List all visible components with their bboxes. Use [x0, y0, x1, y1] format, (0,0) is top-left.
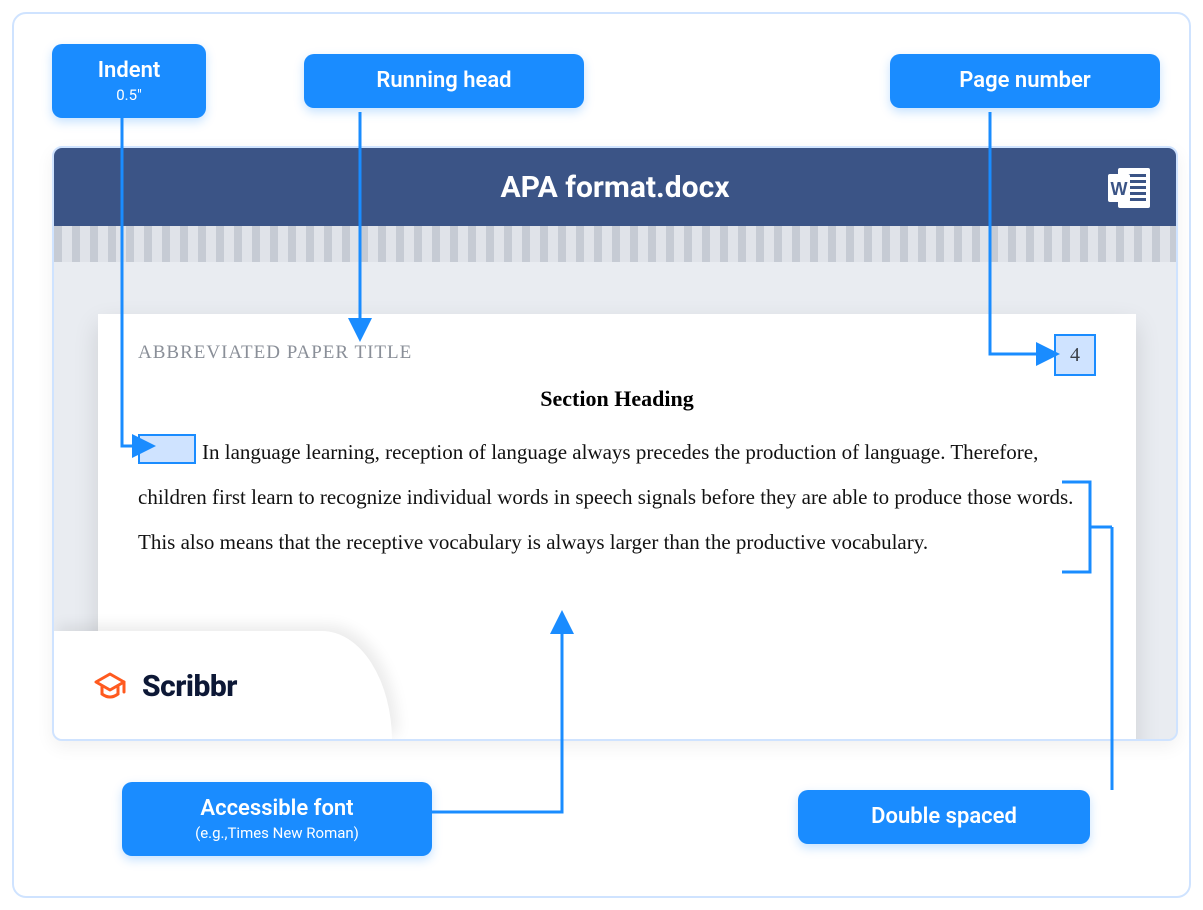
ruler	[54, 226, 1176, 262]
callout-accessible-font-sub: (e.g.,Times New Roman)	[150, 824, 404, 842]
callout-page-number: Page number	[890, 54, 1160, 108]
callout-double-spaced-label: Double spaced	[871, 804, 1017, 829]
section-heading: Section Heading	[138, 386, 1096, 412]
callout-indent-label: Indent	[98, 58, 161, 83]
paper-area: ABBREVIATED PAPER TITLE 4 Section Headin…	[54, 262, 1176, 739]
callout-indent: Indent 0.5"	[52, 44, 206, 118]
page-number-value: 4	[1070, 344, 1080, 367]
scribbr-logo-icon	[92, 668, 128, 704]
callout-accessible-font-label: Accessible font	[200, 796, 353, 821]
callout-running-head: Running head	[304, 54, 584, 108]
callout-page-number-label: Page number	[959, 68, 1090, 93]
body-content: In language learning, reception of langu…	[138, 440, 1073, 554]
callout-running-head-label: Running head	[376, 68, 511, 93]
svg-text:W: W	[1111, 179, 1128, 199]
callout-accessible-font: Accessible font (e.g.,Times New Roman)	[122, 782, 432, 856]
word-icon: W	[1106, 164, 1154, 212]
callout-double-spaced: Double spaced	[798, 790, 1090, 844]
page-number-box: 4	[1054, 334, 1096, 376]
scribbr-brand-tab: Scribbr	[52, 631, 392, 741]
body-text: In language learning, reception of langu…	[138, 430, 1096, 565]
running-head-text: ABBREVIATED PAPER TITLE	[138, 342, 1096, 364]
document-window: APA format.docx W ABBREVIATED PAPER TITL…	[52, 146, 1178, 741]
scribbr-logo-text: Scribbr	[142, 669, 237, 704]
indent-highlight	[138, 434, 196, 464]
document-filename: APA format.docx	[501, 170, 730, 205]
diagram-frame: Indent 0.5" Running head Page number APA…	[12, 12, 1191, 898]
titlebar: APA format.docx W	[54, 148, 1176, 226]
callout-indent-sub: 0.5"	[80, 86, 178, 104]
